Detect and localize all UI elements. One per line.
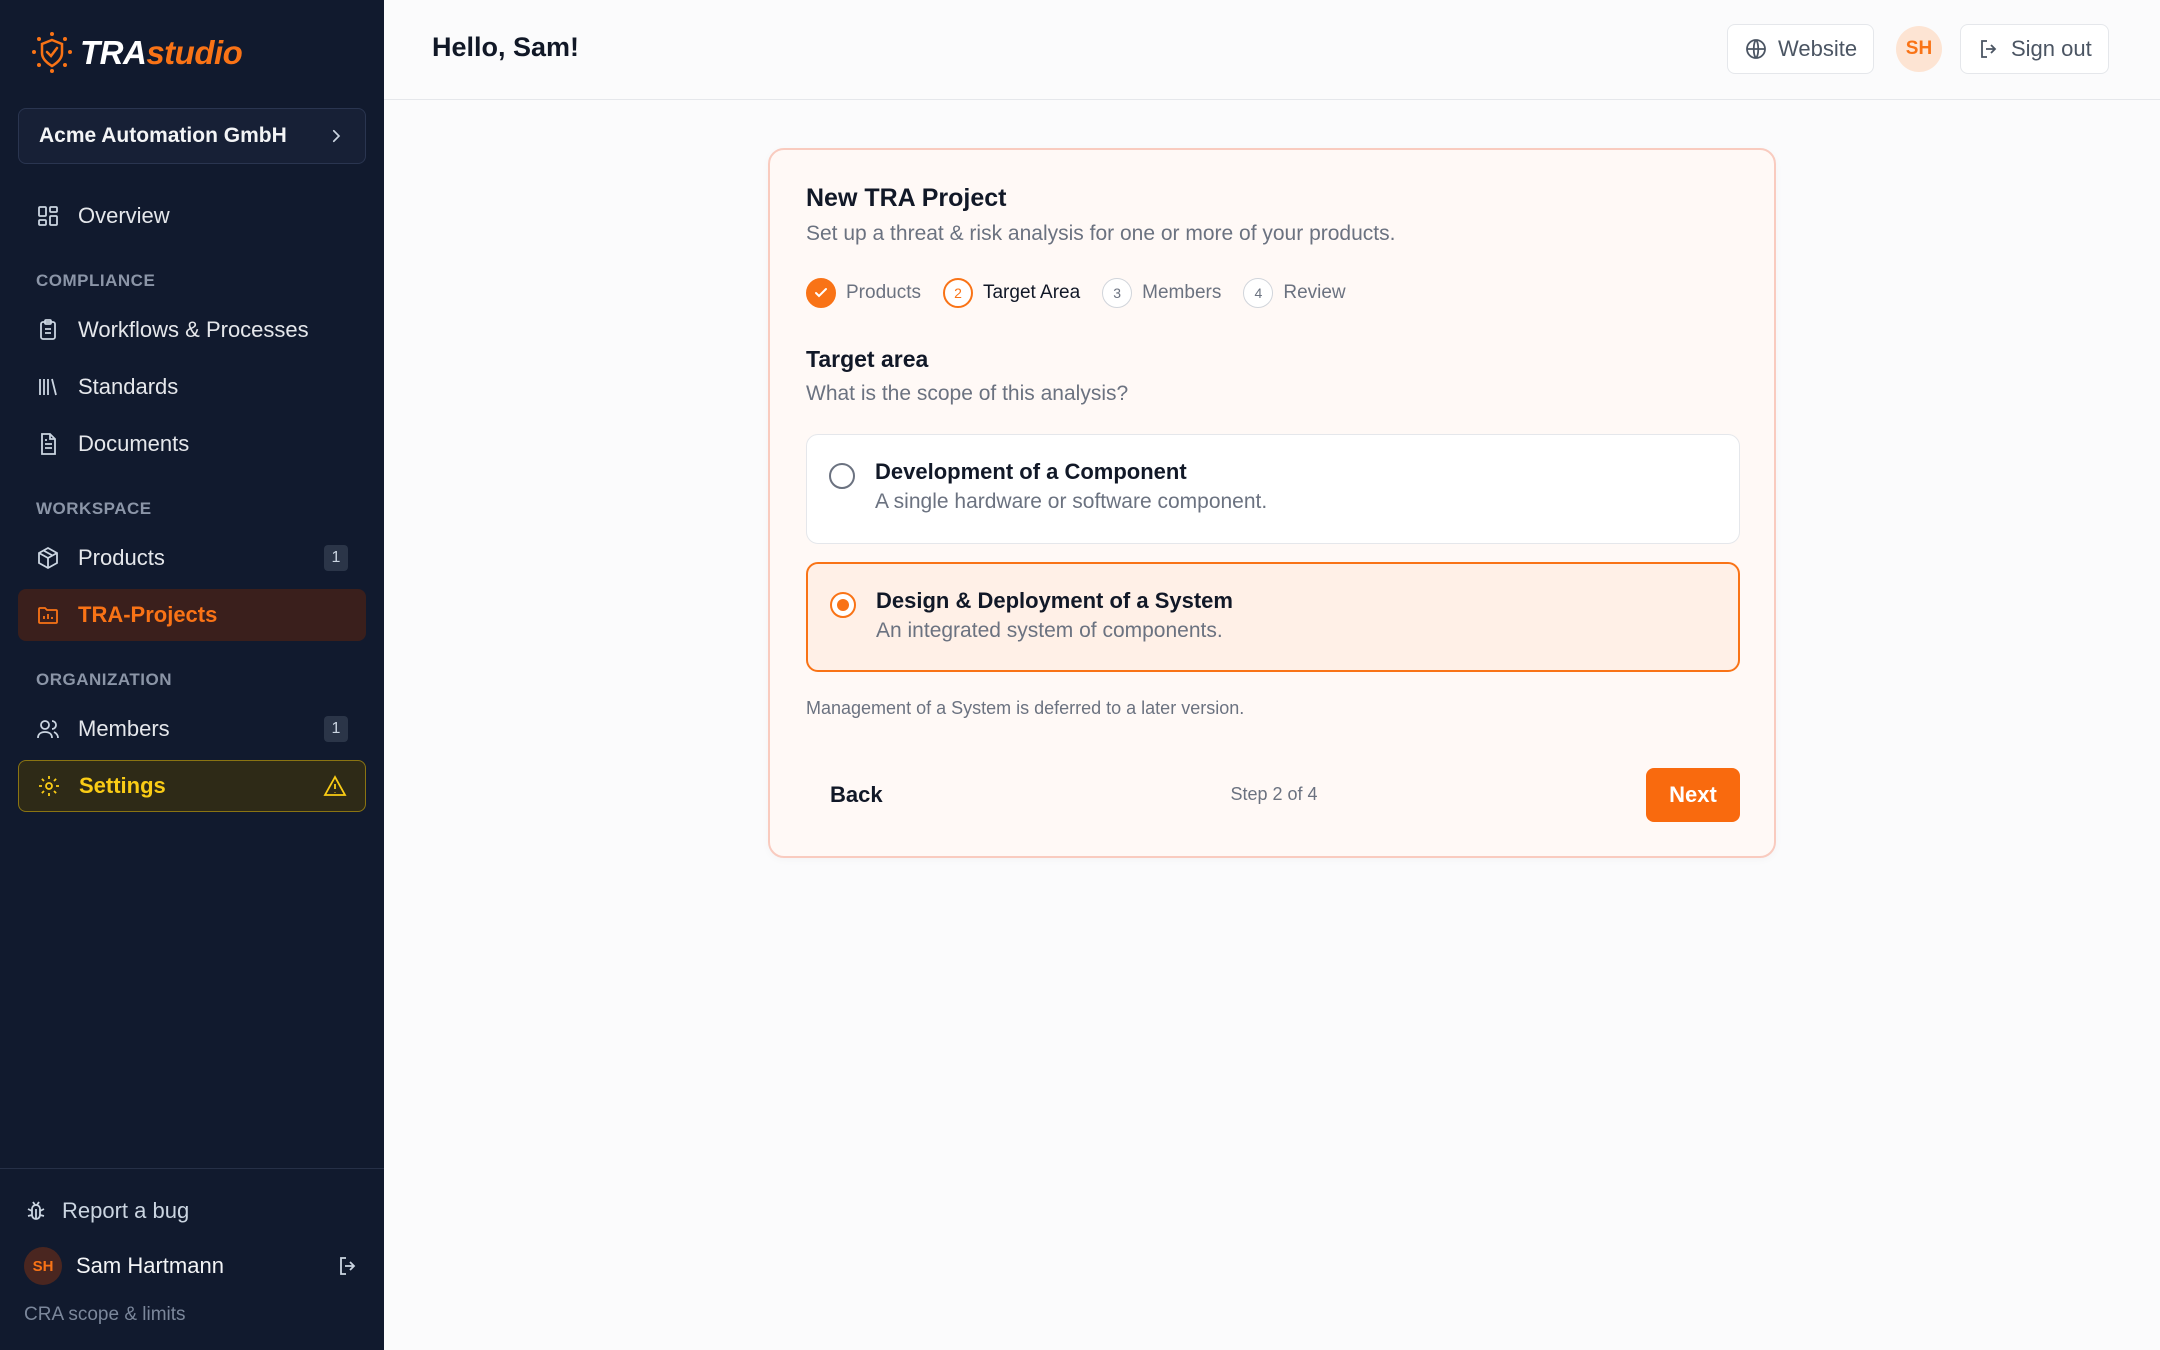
sign-out-label: Sign out bbox=[2011, 36, 2092, 61]
wizard-title: New TRA Project bbox=[806, 184, 1007, 212]
sidebar-item-tra-projects[interactable]: TRA-Projects bbox=[18, 589, 366, 641]
library-icon bbox=[39, 378, 57, 396]
website-button[interactable]: Website bbox=[1727, 24, 1875, 74]
scope-note: Management of a System is deferred to a … bbox=[806, 698, 1245, 718]
users-icon bbox=[37, 720, 59, 739]
step-members[interactable]: 3 Members bbox=[1102, 278, 1221, 308]
section-label-compliance: COMPLIANCE bbox=[36, 271, 156, 290]
radio-button[interactable] bbox=[829, 463, 855, 489]
sidebar-item-settings[interactable]: Settings bbox=[18, 760, 366, 812]
step-label: Target Area bbox=[982, 282, 1081, 303]
grid-icon bbox=[38, 206, 58, 226]
clipboard-icon bbox=[40, 319, 56, 340]
next-button[interactable]: Next bbox=[1646, 768, 1740, 822]
step-label: Review bbox=[1283, 282, 1346, 303]
package-icon bbox=[38, 546, 58, 570]
wizard-stepper: Products 2 Target Area 3 Members 4 Revie… bbox=[806, 278, 1346, 308]
sidebar-item-label: Products bbox=[78, 545, 165, 570]
sidebar-item-documents[interactable]: Documents bbox=[18, 418, 366, 470]
avatar: SH bbox=[24, 1247, 62, 1285]
website-label: Website bbox=[1778, 36, 1858, 61]
sidebar-item-standards[interactable]: Standards bbox=[18, 361, 366, 413]
count-badge: 1 bbox=[324, 545, 348, 571]
logout-icon[interactable] bbox=[336, 1254, 360, 1278]
logout-icon bbox=[1981, 40, 1997, 58]
step-number: 4 bbox=[1243, 278, 1274, 308]
step-label: Products bbox=[846, 282, 921, 303]
radio-button[interactable] bbox=[830, 592, 856, 618]
chevron-right-icon bbox=[332, 129, 341, 143]
folder-chart-icon bbox=[38, 607, 58, 624]
sign-out-button[interactable]: Sign out bbox=[1960, 24, 2109, 74]
option-system[interactable]: Design & Deployment of a System An integ… bbox=[806, 562, 1740, 672]
step-target-area[interactable]: 2 Target Area bbox=[942, 278, 1081, 308]
count-badge: 1 bbox=[324, 716, 348, 742]
section-title: Target area bbox=[806, 346, 929, 372]
step-products[interactable]: Products bbox=[806, 278, 921, 308]
warning-icon bbox=[323, 775, 347, 796]
step-counter: Step 2 of 4 bbox=[1230, 784, 1318, 804]
option-component[interactable]: Development of a Component A single hard… bbox=[806, 434, 1740, 544]
option-description: A single hardware or software component. bbox=[875, 490, 1268, 513]
page-title: Hello, Sam! bbox=[432, 32, 580, 62]
check-icon bbox=[806, 278, 836, 308]
document-icon bbox=[41, 433, 56, 455]
avatar[interactable]: SH bbox=[1896, 26, 1942, 72]
section-subtitle: What is the scope of this analysis? bbox=[806, 382, 1129, 405]
sidebar-item-label: TRA-Projects bbox=[78, 602, 218, 627]
brand-name: TRAstudio bbox=[80, 34, 243, 71]
gear-icon bbox=[39, 776, 59, 796]
sidebar-item-label: Overview bbox=[78, 203, 170, 228]
step-label: Members bbox=[1142, 282, 1222, 303]
new-project-wizard: New TRA Project Set up a threat & risk a… bbox=[768, 148, 1776, 858]
report-bug-link[interactable]: Report a bug bbox=[24, 1198, 189, 1224]
section-label-workspace: WORKSPACE bbox=[36, 499, 152, 518]
org-name: Acme Automation GmbH bbox=[39, 124, 287, 147]
sidebar-item-workflows[interactable]: Workflows & Processes bbox=[18, 304, 366, 356]
sidebar-item-members[interactable]: Members 1 bbox=[18, 703, 366, 755]
section-label-organization: ORGANIZATION bbox=[36, 670, 173, 689]
sidebar-item-products[interactable]: Products 1 bbox=[18, 532, 366, 584]
shield-logo-icon bbox=[32, 32, 72, 73]
sidebar: TRAstudio Acme Automation GmbH Overview … bbox=[0, 0, 384, 1350]
sidebar-item-label: Settings bbox=[79, 773, 166, 798]
bug-icon bbox=[27, 1201, 45, 1220]
back-button[interactable]: Back bbox=[806, 768, 907, 822]
report-bug-label: Report a bug bbox=[62, 1198, 190, 1223]
sidebar-item-label: Workflows & Processes bbox=[78, 317, 309, 342]
user-name: Sam Hartmann bbox=[76, 1253, 224, 1278]
sidebar-item-overview[interactable]: Overview bbox=[18, 190, 366, 242]
cra-scope-link[interactable]: CRA scope & limits bbox=[24, 1304, 186, 1326]
step-number: 2 bbox=[942, 278, 973, 308]
option-title: Design & Deployment of a System bbox=[876, 588, 1233, 613]
top-header: Hello, Sam! Website SH Sign out bbox=[384, 0, 2160, 100]
org-switcher[interactable]: Acme Automation GmbH bbox=[18, 108, 366, 164]
option-title: Development of a Component bbox=[875, 459, 1187, 484]
sidebar-item-label: Documents bbox=[78, 431, 190, 456]
sidebar-item-label: Standards bbox=[78, 374, 179, 399]
brand-logo[interactable]: TRAstudio bbox=[30, 30, 243, 76]
user-profile[interactable]: SH Sam Hartmann bbox=[24, 1247, 224, 1285]
step-review[interactable]: 4 Review bbox=[1243, 278, 1346, 308]
globe-icon bbox=[1746, 39, 1766, 59]
option-description: An integrated system of components. bbox=[876, 619, 1223, 642]
sidebar-item-label: Members bbox=[78, 716, 170, 741]
step-number: 3 bbox=[1102, 278, 1133, 308]
wizard-subtitle: Set up a threat & risk analysis for one … bbox=[806, 222, 1396, 245]
